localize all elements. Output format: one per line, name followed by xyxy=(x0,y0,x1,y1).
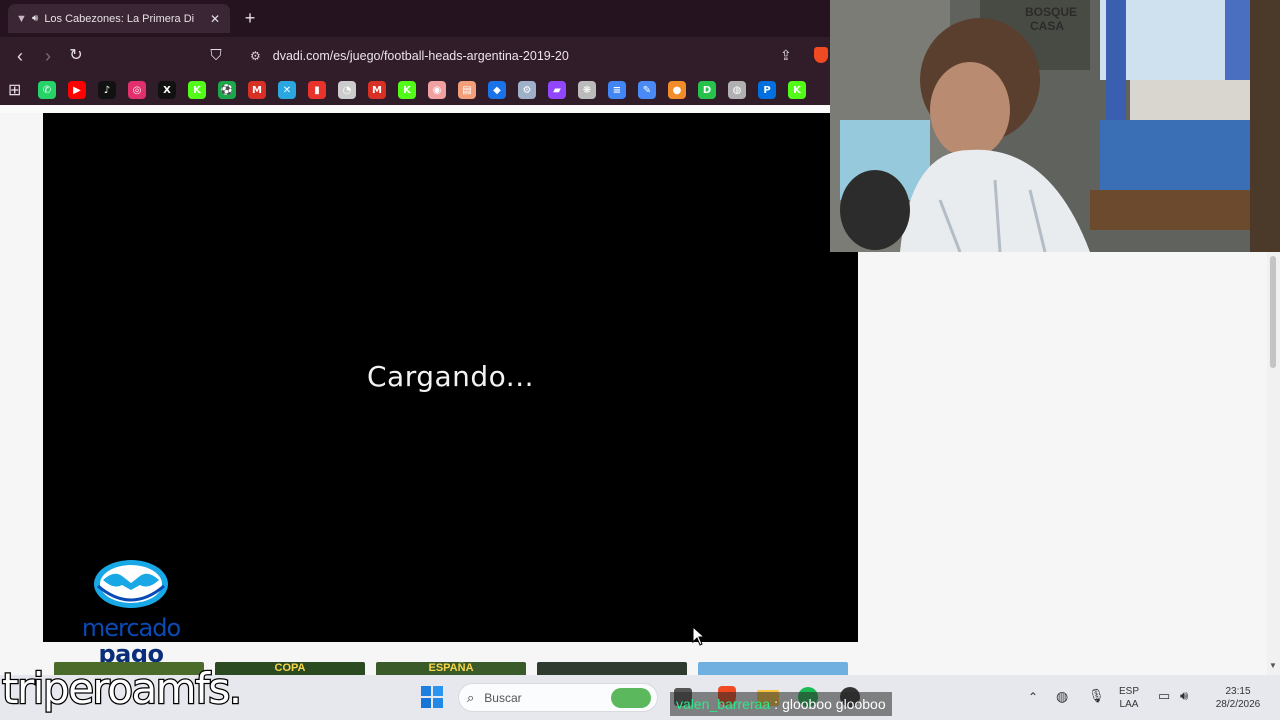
address-bar[interactable]: ⚙ dvadi.com/es/juego/football-heads-arge… xyxy=(240,41,810,71)
scrollbar-thumb[interactable] xyxy=(1270,256,1276,368)
scroll-down-icon[interactable]: ▼ xyxy=(1266,661,1280,673)
svg-text:BOSQUE: BOSQUE xyxy=(1025,5,1077,19)
speaker-icon[interactable]: 🔊︎ xyxy=(32,13,38,24)
bookmark-whatsapp-icon[interactable]: ✆ xyxy=(38,81,56,99)
new-tab-button[interactable]: + xyxy=(240,8,260,28)
clock-date: 28/2/2026 xyxy=(1215,699,1261,710)
tray-network-icon[interactable]: ◍ xyxy=(1056,688,1068,705)
apps-grid-icon[interactable]: ⊞ xyxy=(8,80,26,100)
bookmark-youtube-icon[interactable]: ▶ xyxy=(68,81,86,99)
tab-favicon-icon: ▼ xyxy=(16,12,27,25)
site-settings-icon[interactable]: ⚙ xyxy=(250,49,261,63)
chat-username: valen_barreraa xyxy=(676,696,771,712)
tab-close-icon[interactable]: ✕ xyxy=(208,12,222,26)
bookmark-speed-icon[interactable]: ◔ xyxy=(338,81,356,99)
bookmark-paypal-icon[interactable]: P xyxy=(758,81,776,99)
url-text: dvadi.com/es/juego/football-heads-argent… xyxy=(272,49,569,63)
clock-time: 23:15 xyxy=(1225,686,1251,697)
search-highlight-icon xyxy=(611,687,651,708)
bookmark-calendar-icon[interactable]: ▤ xyxy=(458,81,476,99)
bookmark-instagram-icon[interactable]: ◎ xyxy=(128,81,146,99)
thumb-argentina[interactable] xyxy=(698,662,848,675)
bookmark-x-icon[interactable]: X xyxy=(158,81,176,99)
bookmark-pen-icon[interactable]: ✎ xyxy=(638,81,656,99)
bookmark-tool-icon[interactable]: ✕ xyxy=(278,81,296,99)
clock[interactable]: 23:15 28/2/2026 xyxy=(1200,685,1276,711)
tray-chevron-icon[interactable]: ⌃ xyxy=(1028,690,1038,704)
webcam-overlay: BOSQUE CASA xyxy=(830,0,1280,252)
thumb-4[interactable] xyxy=(537,662,687,675)
bookmark-chatgpt-icon[interactable]: ❋ xyxy=(578,81,596,99)
bookmark-d-app-icon[interactable]: D xyxy=(698,81,716,99)
language-bottom: LAA xyxy=(1119,699,1139,710)
brave-shield-icon[interactable] xyxy=(814,47,828,63)
tray-mic-icon[interactable]: 🎙︎ xyxy=(1088,688,1105,704)
tab-title: Los Cabezones: La Primera Di xyxy=(44,12,195,25)
bookmark-page-icon[interactable]: ⛉ xyxy=(202,42,230,70)
bookmark-tiktok-icon[interactable]: ♪ xyxy=(98,81,116,99)
bookmark-soccer-icon[interactable]: ⚽ xyxy=(218,81,236,99)
bookmark-twitch-icon[interactable]: ▰ xyxy=(548,81,566,99)
bookmark-kick2-icon[interactable]: K xyxy=(398,81,416,99)
bookmark-dropbox-icon[interactable]: ◆ xyxy=(488,81,506,99)
bookmark-kick-icon[interactable]: K xyxy=(188,81,206,99)
mouse-cursor-icon xyxy=(692,626,706,646)
search-icon: ⌕ xyxy=(467,689,475,705)
back-icon[interactable]: ‹ xyxy=(6,42,34,70)
taskbar-search[interactable]: ⌕ Buscar xyxy=(458,683,658,712)
browser-tab[interactable]: ▼ 🔊︎ Los Cabezones: La Primera Di ✕ xyxy=(8,4,230,33)
thumb-espana-label: ESPAÑA xyxy=(428,662,474,674)
stream-chat-message: valen_barreraa : glooboo glooboo xyxy=(670,692,892,716)
chat-text: glooboo glooboo xyxy=(782,696,886,712)
bookmark-stats-icon[interactable]: ▮ xyxy=(308,81,326,99)
tray-display-icon[interactable]: ▭ xyxy=(1158,688,1170,704)
windows-start-icon[interactable] xyxy=(421,686,443,708)
bookmark-kick3-icon[interactable]: K xyxy=(788,81,806,99)
forward-icon[interactable]: › xyxy=(34,42,62,70)
bookmark-target-icon[interactable]: ◉ xyxy=(428,81,446,99)
reload-icon[interactable]: ↻ xyxy=(62,42,90,70)
bookmark-steam-icon[interactable]: ⚙ xyxy=(518,81,536,99)
tray-volume-icon[interactable]: 🔊︎ xyxy=(1180,688,1188,704)
share-icon[interactable]: ⇪ xyxy=(780,47,792,64)
loading-text: Cargando... xyxy=(366,360,535,393)
bookmark-docs-icon[interactable]: ≡ xyxy=(608,81,626,99)
language-top: ESP xyxy=(1118,686,1139,697)
svg-text:CASA: CASA xyxy=(1030,19,1064,33)
bookmark-ball-icon[interactable]: ● xyxy=(668,81,686,99)
bookmark-mail-icon[interactable]: M xyxy=(368,81,386,99)
bookmark-globe-icon[interactable]: ◍ xyxy=(728,81,746,99)
thumb-espana[interactable]: ESPAÑA xyxy=(376,662,526,675)
mercado-pago-text-1: mercado xyxy=(81,614,181,642)
chat-separator: : xyxy=(774,696,779,712)
bookmark-gmail-icon[interactable]: M xyxy=(248,81,266,99)
language-indicator[interactable]: ESP LAA xyxy=(1112,685,1146,711)
streamer-name-overlay: triperoamfs. xyxy=(1,663,244,715)
search-placeholder: Buscar xyxy=(484,690,522,705)
